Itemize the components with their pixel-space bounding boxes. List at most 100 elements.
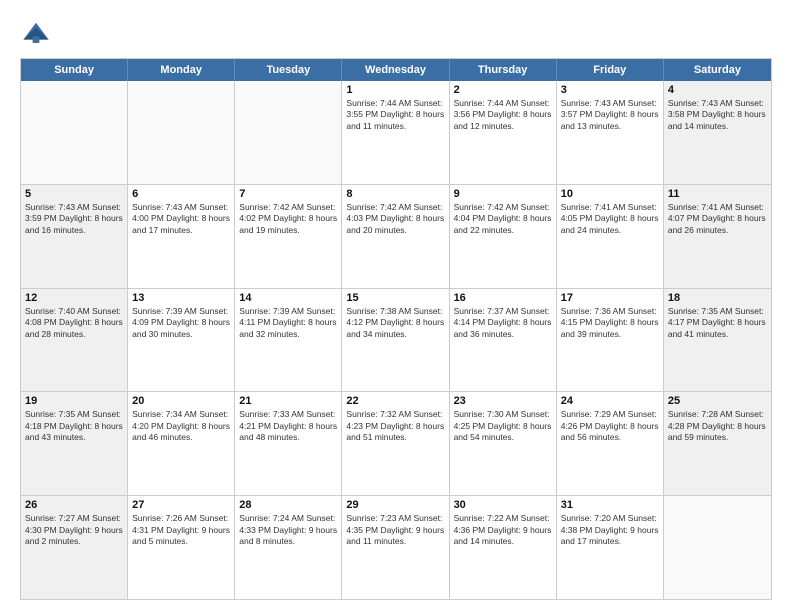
calendar-cell: 17Sunrise: 7:36 AM Sunset: 4:15 PM Dayli… [557,289,664,392]
day-number: 28 [239,499,337,511]
cell-daylight-info: Sunrise: 7:26 AM Sunset: 4:31 PM Dayligh… [132,513,230,547]
day-number: 18 [668,292,767,304]
calendar-cell: 14 Sunrise: 7:39 AM Sunset: 4:11 PM Dayli… [235,289,342,392]
cell-daylight-info: Sunrise: 7:34 AM Sunset: 4:20 PM Dayligh… [132,409,230,443]
calendar-cell: 15 Sunrise: 7:38 AM Sunset: 4:12 PM Dayli… [342,289,449,392]
calendar-cell: 24 Sunrise: 7:29 AM Sunset: 4:26 PM Dayli… [557,392,664,495]
day-number: 24 [561,395,659,407]
cell-daylight-info: Sunrise: 7:23 AM Sunset: 4:35 PM Dayligh… [346,513,444,547]
weekday-header: Thursday [450,59,557,81]
cell-daylight-info: Sunrise: 7:43 AM Sunset: 4:00 PM Dayligh… [132,202,230,236]
cell-daylight-info: Sunrise: 7:41 AM Sunset: 4:05 PM Dayligh… [561,202,659,236]
calendar-cell: 20 Sunrise: 7:34 AM Sunset: 4:20 PM Dayli… [128,392,235,495]
calendar-cell: 28 Sunrise: 7:24 AM Sunset: 4:33 PM Dayli… [235,496,342,599]
calendar-cell: 18 Sunrise: 7:35 AM Sunset: 4:17 PM Dayli… [664,289,771,392]
day-number: 1 [346,84,444,96]
calendar-cell: 23 Sunrise: 7:30 AM Sunset: 4:25 PM Dayli… [450,392,557,495]
calendar-cell: 21 Sunrise: 7:33 AM Sunset: 4:21 PM Dayli… [235,392,342,495]
cell-daylight-info: Sunrise: 7:30 AM Sunset: 4:25 PM Dayligh… [454,409,552,443]
day-number: 14 [239,292,337,304]
weekday-header: Sunday [21,59,128,81]
day-number: 26 [25,499,123,511]
cell-daylight-info: Sunrise: 7:22 AM Sunset: 4:36 PM Dayligh… [454,513,552,547]
weekday-header: Wednesday [342,59,449,81]
day-number: 9 [454,188,552,200]
calendar-cell [21,81,128,184]
calendar-row: 1 Sunrise: 7:44 AM Sunset: 3:55 PM Daylig… [21,81,771,184]
calendar-cell: 5 Sunrise: 7:43 AM Sunset: 3:59 PM Daylig… [21,185,128,288]
day-number: 25 [668,395,767,407]
calendar-cell: 19 Sunrise: 7:35 AM Sunset: 4:18 PM Dayli… [21,392,128,495]
day-number: 20 [132,395,230,407]
cell-daylight-info: Sunrise: 7:42 AM Sunset: 4:04 PM Dayligh… [454,202,552,236]
day-number: 30 [454,499,552,511]
day-number: 27 [132,499,230,511]
cell-daylight-info: Sunrise: 7:42 AM Sunset: 4:02 PM Dayligh… [239,202,337,236]
cell-daylight-info: Sunrise: 7:43 AM Sunset: 3:58 PM Dayligh… [668,98,767,132]
calendar-row: 19 Sunrise: 7:35 AM Sunset: 4:18 PM Dayli… [21,391,771,495]
calendar-cell [128,81,235,184]
calendar-cell [235,81,342,184]
calendar-body: 1 Sunrise: 7:44 AM Sunset: 3:55 PM Daylig… [21,81,771,599]
calendar-row: 26Sunrise: 7:27 AM Sunset: 4:30 PM Dayli… [21,495,771,599]
cell-daylight-info: Sunrise: 7:29 AM Sunset: 4:26 PM Dayligh… [561,409,659,443]
cell-daylight-info: Sunrise: 7:37 AM Sunset: 4:14 PM Dayligh… [454,306,552,340]
day-number: 8 [346,188,444,200]
cell-daylight-info: Sunrise: 7:43 AM Sunset: 3:59 PM Dayligh… [25,202,123,236]
logo [20,16,56,48]
day-number: 29 [346,499,444,511]
day-number: 23 [454,395,552,407]
calendar-header: SundayMondayTuesdayWednesdayThursdayFrid… [21,59,771,81]
day-number: 3 [561,84,659,96]
calendar-cell: 22Sunrise: 7:32 AM Sunset: 4:23 PM Dayli… [342,392,449,495]
calendar-cell: 3 Sunrise: 7:43 AM Sunset: 3:57 PM Daylig… [557,81,664,184]
calendar-cell: 2 Sunrise: 7:44 AM Sunset: 3:56 PM Daylig… [450,81,557,184]
day-number: 17 [561,292,659,304]
day-number: 19 [25,395,123,407]
calendar-cell: 7 Sunrise: 7:42 AM Sunset: 4:02 PM Daylig… [235,185,342,288]
calendar-cell: 1 Sunrise: 7:44 AM Sunset: 3:55 PM Daylig… [342,81,449,184]
logo-icon [20,16,52,48]
day-number: 22 [346,395,444,407]
day-number: 10 [561,188,659,200]
day-number: 7 [239,188,337,200]
weekday-header: Tuesday [235,59,342,81]
cell-daylight-info: Sunrise: 7:38 AM Sunset: 4:12 PM Dayligh… [346,306,444,340]
header [20,16,772,48]
calendar-cell: 6Sunrise: 7:43 AM Sunset: 4:00 PM Daylig… [128,185,235,288]
calendar-cell: 12Sunrise: 7:40 AM Sunset: 4:08 PM Dayli… [21,289,128,392]
calendar-row: 12Sunrise: 7:40 AM Sunset: 4:08 PM Dayli… [21,288,771,392]
page: SundayMondayTuesdayWednesdayThursdayFrid… [0,0,792,612]
day-number: 16 [454,292,552,304]
weekday-header: Monday [128,59,235,81]
cell-daylight-info: Sunrise: 7:43 AM Sunset: 3:57 PM Dayligh… [561,98,659,132]
cell-daylight-info: Sunrise: 7:44 AM Sunset: 3:56 PM Dayligh… [454,98,552,132]
weekday-header: Friday [557,59,664,81]
cell-daylight-info: Sunrise: 7:20 AM Sunset: 4:38 PM Dayligh… [561,513,659,547]
cell-daylight-info: Sunrise: 7:42 AM Sunset: 4:03 PM Dayligh… [346,202,444,236]
cell-daylight-info: Sunrise: 7:41 AM Sunset: 4:07 PM Dayligh… [668,202,767,236]
day-number: 15 [346,292,444,304]
calendar-row: 5 Sunrise: 7:43 AM Sunset: 3:59 PM Daylig… [21,184,771,288]
day-number: 2 [454,84,552,96]
calendar-cell: 30 Sunrise: 7:22 AM Sunset: 4:36 PM Dayli… [450,496,557,599]
cell-daylight-info: Sunrise: 7:40 AM Sunset: 4:08 PM Dayligh… [25,306,123,340]
cell-daylight-info: Sunrise: 7:35 AM Sunset: 4:17 PM Dayligh… [668,306,767,340]
day-number: 5 [25,188,123,200]
cell-daylight-info: Sunrise: 7:35 AM Sunset: 4:18 PM Dayligh… [25,409,123,443]
day-number: 11 [668,188,767,200]
calendar-cell: 4 Sunrise: 7:43 AM Sunset: 3:58 PM Daylig… [664,81,771,184]
calendar-cell: 27 Sunrise: 7:26 AM Sunset: 4:31 PM Dayli… [128,496,235,599]
cell-daylight-info: Sunrise: 7:33 AM Sunset: 4:21 PM Dayligh… [239,409,337,443]
cell-daylight-info: Sunrise: 7:39 AM Sunset: 4:11 PM Dayligh… [239,306,337,340]
cell-daylight-info: Sunrise: 7:39 AM Sunset: 4:09 PM Dayligh… [132,306,230,340]
cell-daylight-info: Sunrise: 7:44 AM Sunset: 3:55 PM Dayligh… [346,98,444,132]
calendar-cell: 31 Sunrise: 7:20 AM Sunset: 4:38 PM Dayli… [557,496,664,599]
calendar-cell: 29 Sunrise: 7:23 AM Sunset: 4:35 PM Dayli… [342,496,449,599]
day-number: 21 [239,395,337,407]
calendar-cell: 11 Sunrise: 7:41 AM Sunset: 4:07 PM Dayli… [664,185,771,288]
day-number: 4 [668,84,767,96]
cell-daylight-info: Sunrise: 7:24 AM Sunset: 4:33 PM Dayligh… [239,513,337,547]
day-number: 31 [561,499,659,511]
calendar: SundayMondayTuesdayWednesdayThursdayFrid… [20,58,772,600]
